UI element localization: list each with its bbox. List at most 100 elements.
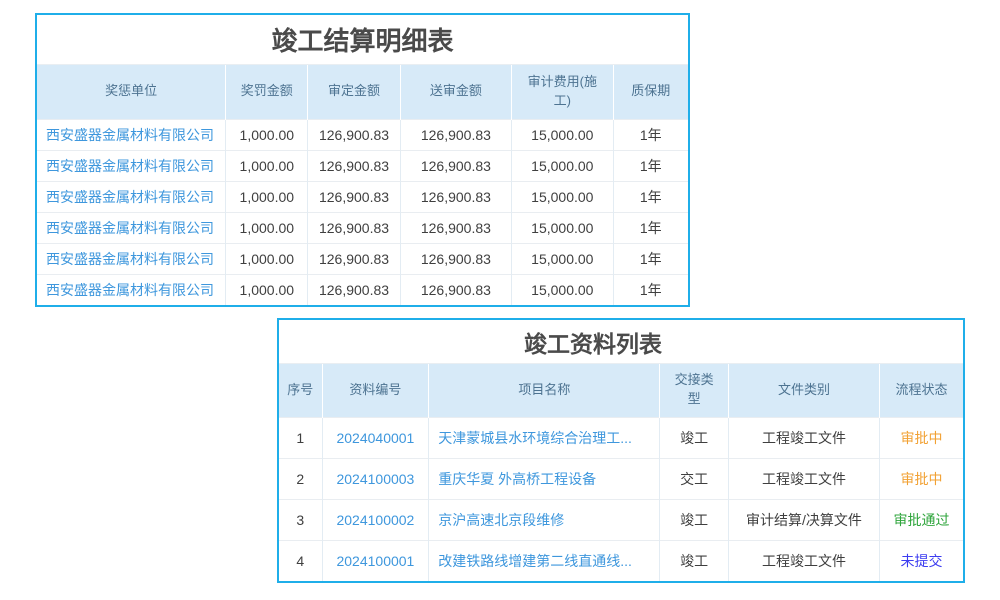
penalty-amount-cell: 1,000.00 [226,119,308,150]
review-amount-cell: 126,900.83 [400,274,511,305]
audit-fee-cell: 15,000.00 [512,212,614,243]
warranty-cell: 1年 [613,181,688,212]
table-row: 1 2024040001 天津蒙城县水环境综合治理工... 竣工 工程竣工文件 … [279,417,963,458]
seq-cell: 3 [279,499,322,540]
penalty-amount-cell: 1,000.00 [226,243,308,274]
table-row: 西安盛器金属材料有限公司 1,000.00 126,900.83 126,900… [37,243,688,274]
doc-no-cell: 2024040001 [322,417,429,458]
review-amount-cell: 126,900.83 [400,119,511,150]
warranty-cell: 1年 [613,274,688,305]
column-header-file-category: 文件类别 [728,364,879,417]
column-header-project-name: 项目名称 [429,364,660,417]
doc-no-link[interactable]: 2024100003 [336,471,414,487]
status-badge: 审批中 [880,417,963,458]
warranty-cell: 1年 [613,212,688,243]
status-badge: 审批通过 [880,499,963,540]
project-name-link[interactable]: 改建铁路线增建第二线直通线... [438,551,653,571]
project-name-link[interactable]: 天津蒙城县水环境综合治理工... [438,428,653,448]
audit-fee-cell: 15,000.00 [512,243,614,274]
audit-fee-cell: 15,000.00 [512,181,614,212]
settlement-table-panel: 竣工结算明细表 奖惩单位 奖罚金额 审定金额 送审金额 审计费用(施工) 质保期… [35,13,690,307]
column-header-audit-fee: 审计费用(施工) [512,65,614,119]
unit-link[interactable]: 西安盛器金属材料有限公司 [46,189,214,205]
doc-no-cell: 2024100002 [322,499,429,540]
column-header-warranty: 质保期 [613,65,688,119]
penalty-amount-cell: 1,000.00 [226,181,308,212]
doc-no-link[interactable]: 2024040001 [336,430,414,446]
warranty-cell: 1年 [613,119,688,150]
approved-amount-cell: 126,900.83 [308,274,400,305]
seq-cell: 4 [279,540,322,581]
file-category-cell: 工程竣工文件 [728,417,879,458]
doc-no-cell: 2024100003 [322,458,429,499]
approved-amount-cell: 126,900.83 [308,150,400,181]
table-row: 西安盛器金属材料有限公司 1,000.00 126,900.83 126,900… [37,274,688,305]
unit-cell: 西安盛器金属材料有限公司 [37,212,226,243]
approved-amount-cell: 126,900.83 [308,212,400,243]
table-row: 西安盛器金属材料有限公司 1,000.00 126,900.83 126,900… [37,150,688,181]
documents-table: 序号 资料编号 项目名称 交接类型 文件类别 流程状态 1 2024040001… [279,364,963,581]
approved-amount-cell: 126,900.83 [308,243,400,274]
project-name-cell: 天津蒙城县水环境综合治理工... [429,417,660,458]
unit-link[interactable]: 西安盛器金属材料有限公司 [46,127,214,143]
project-name-link[interactable]: 重庆华夏 外高桥工程设备 [438,469,653,489]
file-category-cell: 审计结算/决算文件 [728,499,879,540]
unit-cell: 西安盛器金属材料有限公司 [37,274,226,305]
review-amount-cell: 126,900.83 [400,150,511,181]
handover-type-cell: 交工 [660,458,728,499]
column-header-status: 流程状态 [880,364,963,417]
unit-cell: 西安盛器金属材料有限公司 [37,181,226,212]
unit-link[interactable]: 西安盛器金属材料有限公司 [46,251,214,267]
handover-type-cell: 竣工 [660,540,728,581]
column-header-doc-no: 资料编号 [322,364,429,417]
handover-type-cell: 竣工 [660,499,728,540]
settlement-table: 奖惩单位 奖罚金额 审定金额 送审金额 审计费用(施工) 质保期 西安盛器金属材… [37,65,688,305]
unit-cell: 西安盛器金属材料有限公司 [37,119,226,150]
unit-link[interactable]: 西安盛器金属材料有限公司 [46,158,214,174]
column-header-penalty-amount: 奖罚金额 [226,65,308,119]
audit-fee-cell: 15,000.00 [512,274,614,305]
approved-amount-cell: 126,900.83 [308,119,400,150]
penalty-amount-cell: 1,000.00 [226,150,308,181]
settlement-header-row: 奖惩单位 奖罚金额 审定金额 送审金额 审计费用(施工) 质保期 [37,65,688,119]
table-row: 3 2024100002 京沪高速北京段维修 竣工 审计结算/决算文件 审批通过 [279,499,963,540]
column-header-unit: 奖惩单位 [37,65,226,119]
doc-no-link[interactable]: 2024100001 [336,553,414,569]
warranty-cell: 1年 [613,150,688,181]
review-amount-cell: 126,900.83 [400,212,511,243]
review-amount-cell: 126,900.83 [400,181,511,212]
seq-cell: 1 [279,417,322,458]
status-badge: 未提交 [880,540,963,581]
penalty-amount-cell: 1,000.00 [226,274,308,305]
review-amount-cell: 126,900.83 [400,243,511,274]
table-row: 西安盛器金属材料有限公司 1,000.00 126,900.83 126,900… [37,119,688,150]
project-name-cell: 京沪高速北京段维修 [429,499,660,540]
status-badge: 审批中 [880,458,963,499]
file-category-cell: 工程竣工文件 [728,540,879,581]
audit-fee-cell: 15,000.00 [512,119,614,150]
seq-cell: 2 [279,458,322,499]
doc-no-link[interactable]: 2024100002 [336,512,414,528]
unit-link[interactable]: 西安盛器金属材料有限公司 [46,282,214,298]
penalty-amount-cell: 1,000.00 [226,212,308,243]
documents-table-panel: 竣工资料列表 序号 资料编号 项目名称 交接类型 文件类别 流程状态 1 202… [277,318,965,583]
unit-link[interactable]: 西安盛器金属材料有限公司 [46,220,214,236]
unit-cell: 西安盛器金属材料有限公司 [37,243,226,274]
file-category-cell: 工程竣工文件 [728,458,879,499]
table-row: 4 2024100001 改建铁路线增建第二线直通线... 竣工 工程竣工文件 … [279,540,963,581]
column-header-approved-amount: 审定金额 [308,65,400,119]
table-row: 西安盛器金属材料有限公司 1,000.00 126,900.83 126,900… [37,181,688,212]
table-row: 西安盛器金属材料有限公司 1,000.00 126,900.83 126,900… [37,212,688,243]
column-header-handover-type: 交接类型 [660,364,728,417]
project-name-cell: 改建铁路线增建第二线直通线... [429,540,660,581]
settlement-table-title: 竣工结算明细表 [37,15,688,65]
doc-no-cell: 2024100001 [322,540,429,581]
table-row: 2 2024100003 重庆华夏 外高桥工程设备 交工 工程竣工文件 审批中 [279,458,963,499]
project-name-link[interactable]: 京沪高速北京段维修 [438,510,653,530]
audit-fee-cell: 15,000.00 [512,150,614,181]
approved-amount-cell: 126,900.83 [308,181,400,212]
project-name-cell: 重庆华夏 外高桥工程设备 [429,458,660,499]
column-header-seq: 序号 [279,364,322,417]
warranty-cell: 1年 [613,243,688,274]
handover-type-cell: 竣工 [660,417,728,458]
